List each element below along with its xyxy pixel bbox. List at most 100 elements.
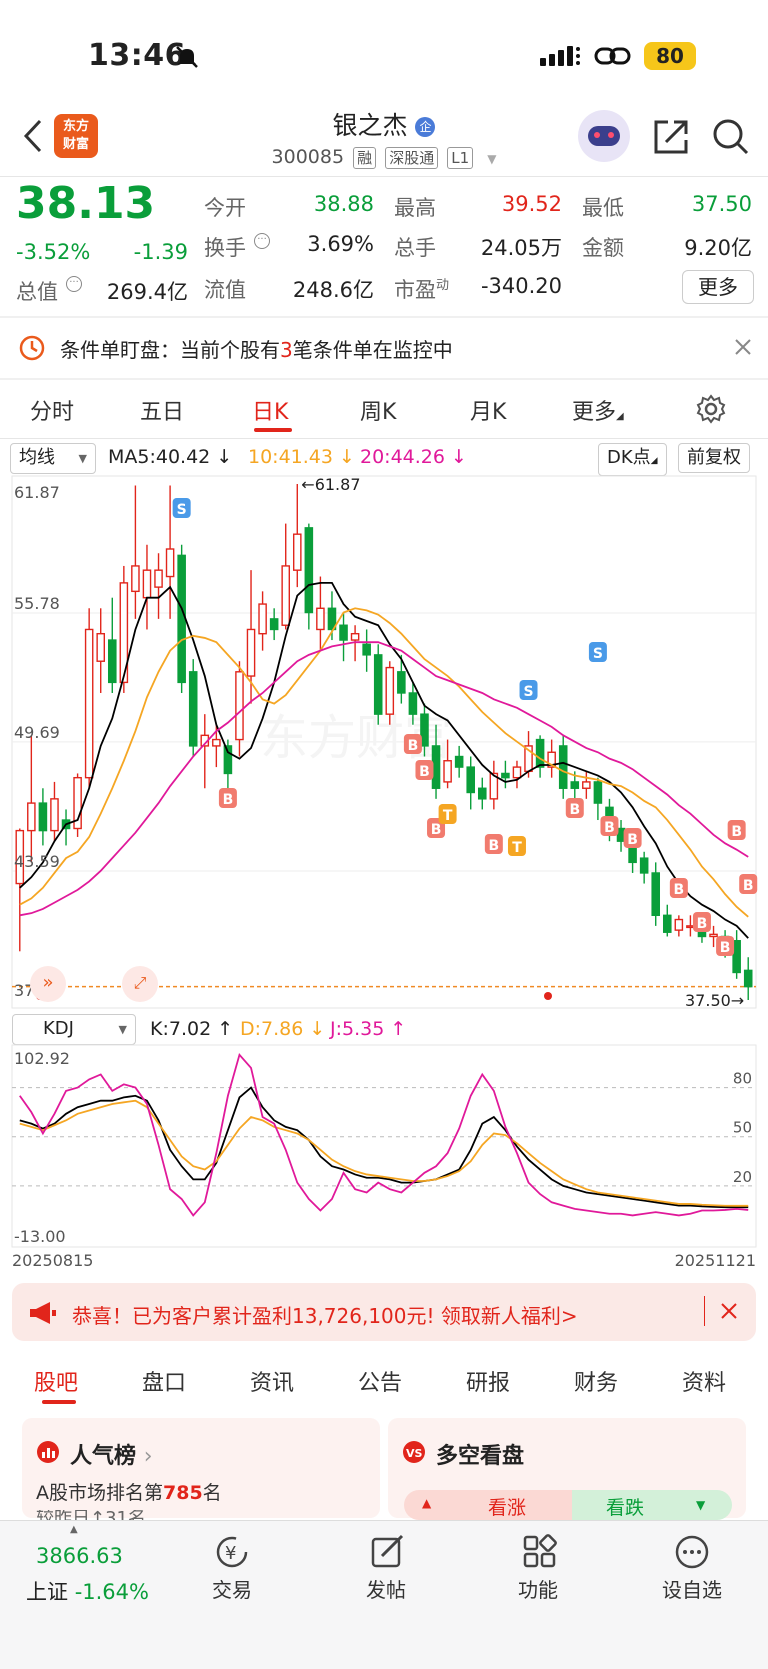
candle [50, 781, 59, 842]
dk-signal-marker: B [739, 874, 758, 894]
low-label: 最低 [582, 196, 624, 220]
tab-research[interactable]: 研报 [466, 1365, 510, 1397]
dk-signal-marker: B [600, 816, 619, 836]
watchlist-icon[interactable] [674, 1534, 710, 1570]
candle-body [350, 632, 360, 641]
turnover-info-icon[interactable]: ··· [254, 233, 270, 249]
banner-close-icon[interactable] [720, 1302, 738, 1320]
x-start-date: 20250815 [12, 1251, 93, 1270]
tab-announcements[interactable]: 公告 [358, 1365, 402, 1397]
tab-daily-k[interactable]: 日K [252, 394, 288, 426]
index-value[interactable]: 3866.63 [36, 1544, 123, 1568]
index-info[interactable]: 上证 -1.64% [26, 1576, 149, 1606]
tab-intraday[interactable]: 分时 [30, 394, 74, 426]
close-icon[interactable] [734, 338, 752, 356]
dk-signal-label: B [604, 820, 615, 836]
x-end-date: 20251121 [675, 1251, 756, 1270]
tab-finance[interactable]: 财务 [574, 1365, 618, 1397]
candle-body [281, 565, 291, 626]
tab-profile[interactable]: 资料 [682, 1365, 726, 1397]
tab-more[interactable]: 更多◢ [572, 394, 624, 426]
kdj-d-label: D:7.86 ↓ [240, 1018, 326, 1040]
condition-order-text[interactable]: 条件单盯盘：当前个股有3笔条件单在监控中 [60, 334, 453, 363]
trade-icon[interactable]: ¥ [214, 1534, 250, 1570]
bull-button[interactable]: ▲ 看涨 [404, 1490, 572, 1520]
tab-five-day[interactable]: 五日 [140, 394, 184, 426]
y-tick-label: 43.59 [14, 852, 60, 871]
indicator-select[interactable]: 均线 ▼ [10, 443, 96, 474]
candle-body [582, 781, 591, 789]
tag-margin: 融 [353, 147, 377, 169]
candle [362, 629, 371, 672]
nav-functions[interactable]: 功能 [488, 1574, 588, 1603]
candle [84, 608, 94, 789]
candle [466, 756, 476, 810]
popularity-rank-text: A股市场排名第785名 [36, 1482, 222, 1504]
candle-body [258, 603, 267, 635]
dk-signal-label: B [627, 832, 638, 848]
tab-news[interactable]: 资讯 [250, 1365, 294, 1397]
candle [96, 608, 106, 693]
candle-body [373, 654, 383, 715]
ranking-icon [37, 1441, 59, 1463]
candle-body [535, 738, 545, 768]
post-icon[interactable] [370, 1534, 406, 1570]
candle [154, 553, 163, 619]
candle [732, 930, 741, 979]
expand-button[interactable]: ⤢ [122, 966, 158, 1002]
dk-signal-marker: B [727, 820, 746, 840]
more-button[interactable]: 更多 [682, 270, 754, 304]
signal-icon [540, 46, 580, 66]
tab-pankou[interactable]: 盘口 [142, 1365, 186, 1397]
candle-body [743, 969, 753, 988]
share-icon[interactable] [652, 118, 690, 156]
collapse-button[interactable]: » [30, 966, 66, 1002]
candle-body [501, 772, 510, 779]
candle [316, 576, 325, 651]
link-icon [594, 47, 631, 65]
dk-signal-label: B [419, 764, 430, 780]
candlestick-chart[interactable]: 东方财富 SSSBBBBBBBBBBBBBTT 61.8755.7849.694… [0, 474, 768, 1010]
tab-weekly-k[interactable]: 周K [360, 394, 396, 426]
functions-icon[interactable] [522, 1534, 558, 1570]
candle [558, 735, 568, 799]
float-value: 248.6亿 [292, 278, 374, 302]
nav-trade[interactable]: 交易 [182, 1574, 282, 1603]
candle-body [107, 639, 117, 684]
ma20-line [19, 641, 749, 917]
dk-signal-marker: T [507, 836, 526, 856]
dk-points-button[interactable]: DK点◢ [598, 443, 667, 476]
gear-icon[interactable] [696, 394, 726, 424]
candle [38, 788, 48, 846]
info-icon[interactable]: ··· [66, 276, 82, 292]
kdj-chart[interactable]: 80 50 20 102.92 -13.00 20250815 20251121 [0, 1044, 768, 1270]
dropdown-arrow-icon[interactable]: ▼ [487, 152, 496, 166]
search-icon[interactable] [712, 118, 750, 156]
dk-signal-marker: S [172, 498, 191, 518]
tab-guba[interactable]: 股吧 [34, 1365, 78, 1397]
candle [639, 851, 649, 884]
index-expand-icon[interactable]: ▲ [70, 1524, 78, 1535]
candle [107, 597, 117, 693]
stock-code: 300085 [271, 146, 345, 168]
candle-body [616, 827, 626, 842]
candle [142, 544, 152, 630]
candle [339, 612, 348, 662]
dk-signal-label: S [177, 502, 187, 518]
pe-label: 市盈动 [394, 278, 450, 302]
nav-watchlist[interactable]: 设自选 [642, 1574, 742, 1603]
bell-muted-icon [176, 46, 198, 68]
candle [582, 771, 591, 799]
candle-body [50, 798, 59, 832]
candle-body [96, 632, 106, 662]
nav-post[interactable]: 发帖 [336, 1574, 436, 1603]
kdj-indicator-select[interactable]: KDJ ▼ [12, 1014, 136, 1045]
low-value: 37.50 [691, 192, 752, 216]
robot-avatar[interactable] [578, 110, 630, 162]
tab-monthly-k[interactable]: 月K [470, 394, 506, 426]
open-label: 今开 [204, 196, 246, 220]
bear-button[interactable]: 看跌 ▼ [572, 1490, 732, 1520]
adjust-button[interactable]: 前复权 [678, 443, 750, 473]
dk-signal-marker: B [415, 760, 434, 780]
mktcap-label: 总值 [16, 280, 58, 304]
